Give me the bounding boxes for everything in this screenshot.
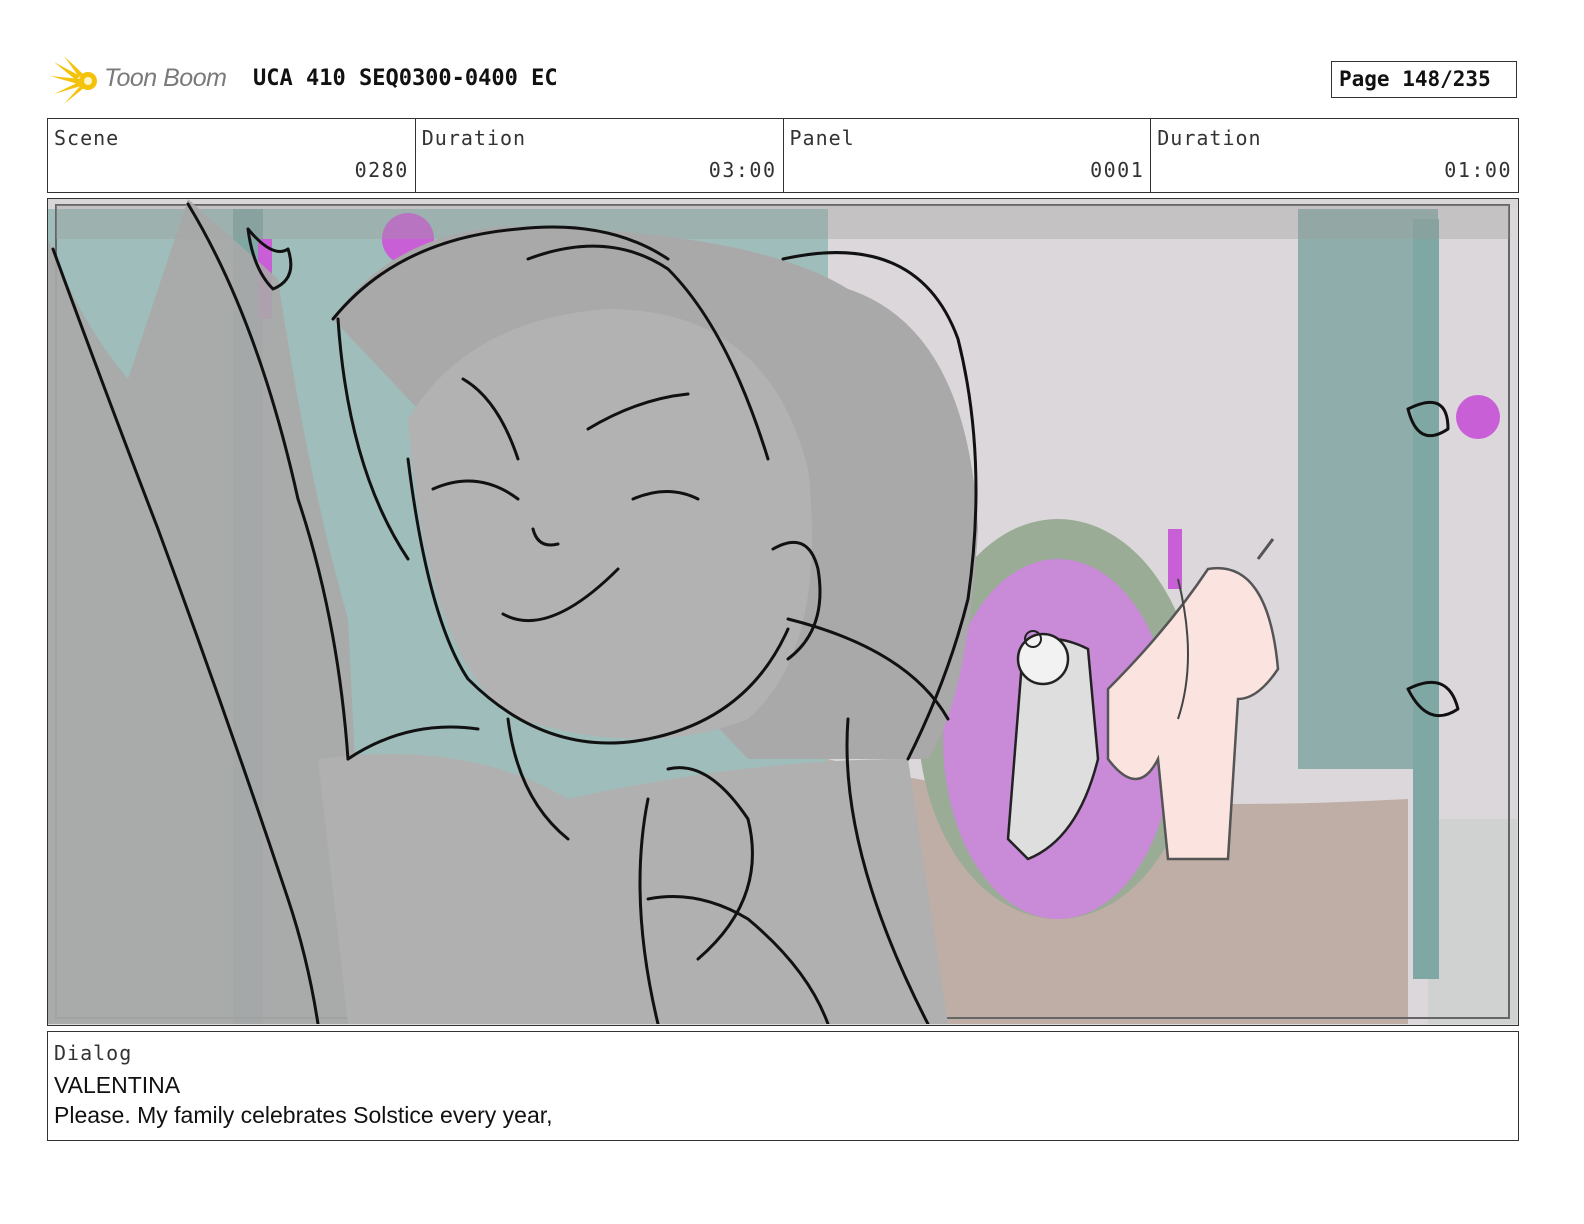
scene-duration-label: Duration: [421, 126, 527, 150]
scene-cell: Scene 0280: [48, 119, 416, 192]
dialog-label: Dialog: [54, 1041, 133, 1065]
panel-value: 0001: [1090, 158, 1145, 182]
panel-duration-cell: Duration 01:00: [1151, 119, 1518, 192]
page-indicator: Page 148/235: [1331, 61, 1517, 98]
storyboard-sketch: [48, 199, 1517, 1024]
panel-duration-value: 01:00: [1444, 158, 1512, 182]
panel-label: Panel: [789, 126, 855, 150]
scene-value: 0280: [354, 158, 409, 182]
scene-duration-value: 03:00: [708, 158, 777, 182]
scene-label: Scene: [54, 126, 120, 150]
storyboard-panel-image: [47, 198, 1519, 1026]
dialog-box: Dialog VALENTINA Please. My family celeb…: [47, 1031, 1519, 1141]
toon-boom-logo: Toon Boom: [50, 54, 240, 110]
page-number: Page 148/235: [1339, 67, 1491, 91]
panel-info-row: Scene 0280 Duration 03:00 Panel 0001 Dur…: [47, 118, 1519, 193]
document-title: UCA 410 SEQ0300-0400 EC: [253, 66, 558, 91]
star-burst-icon: [50, 56, 97, 104]
scene-duration-cell: Duration 03:00: [416, 119, 784, 192]
dialog-line: Please. My family celebrates Solstice ev…: [54, 1102, 553, 1128]
dialog-speaker: VALENTINA: [54, 1072, 181, 1098]
panel-cell: Panel 0001: [784, 119, 1152, 192]
logo-text: Toon Boom: [104, 64, 227, 92]
panel-duration-label: Duration: [1157, 126, 1262, 150]
